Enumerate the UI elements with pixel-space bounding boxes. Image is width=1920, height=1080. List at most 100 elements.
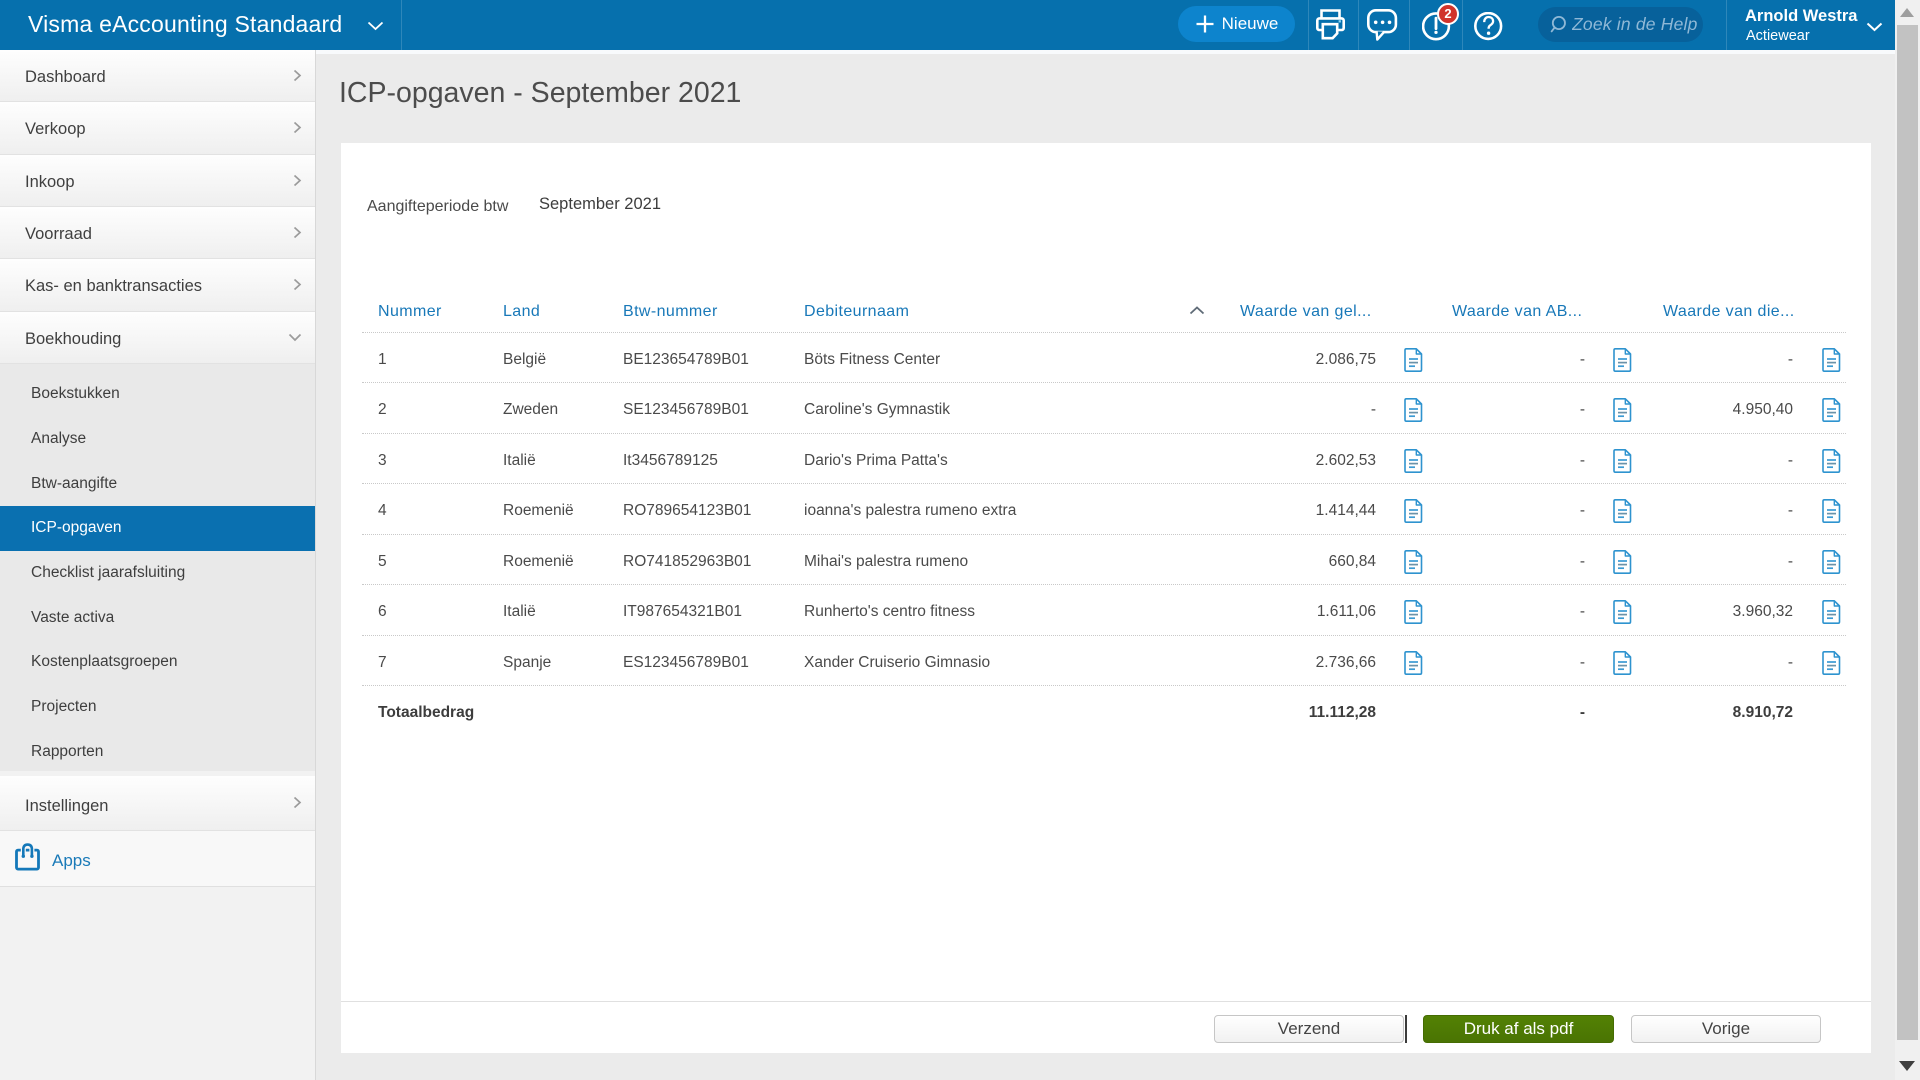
cell-debiteurnaam: Caroline's Gymnastik — [804, 383, 950, 436]
cell-waarde-abc: - — [1580, 535, 1585, 588]
topbar-divider — [1726, 0, 1727, 50]
content-card: Aangifteperiode btw September 2021 Numme… — [341, 143, 1871, 1053]
sidebar-item-dashboard[interactable]: Dashboard — [0, 50, 315, 102]
document-icon[interactable] — [1404, 651, 1423, 675]
sidebar-item-label: Voorraad — [25, 225, 92, 243]
document-icon[interactable] — [1404, 499, 1423, 523]
document-icon[interactable] — [1822, 600, 1841, 624]
table-row[interactable]: 2 Zweden SE123456789B01 Caroline's Gymna… — [362, 383, 1846, 434]
app-title[interactable]: Visma eAccounting Standaard — [28, 0, 342, 50]
submenu-item-projecten[interactable]: Projecten — [0, 685, 315, 730]
new-button[interactable]: Nieuwe — [1178, 6, 1295, 42]
table-totals-row: Totaalbedrag 11.112,28 - 8.910,72 — [362, 686, 1846, 737]
submenu-item-kostenplaatsgroepen[interactable]: Kostenplaatsgroepen — [0, 640, 315, 685]
sidebar-item-verkoop[interactable]: Verkoop — [0, 102, 315, 154]
table-row[interactable]: 5 Roemenië RO741852963B01 Mihai's palest… — [362, 535, 1846, 586]
sidebar-item-kas-en-banktransacties[interactable]: Kas- en banktransacties — [0, 259, 315, 311]
column-header-debiteurnaam[interactable]: Debiteurnaam — [804, 301, 909, 323]
page-title: ICP-opgaven - September 2021 — [339, 77, 741, 110]
submenu-item-vaste-activa[interactable]: Vaste activa — [0, 596, 315, 641]
document-icon[interactable] — [1822, 449, 1841, 473]
document-icon[interactable] — [1404, 600, 1423, 624]
submenu-item-icp-opgaven[interactable]: ICP-opgaven — [0, 506, 316, 551]
sidebar-item-instellingen[interactable]: Instellingen — [0, 776, 315, 831]
help-search-input[interactable] — [1572, 14, 1699, 35]
previous-button[interactable]: Vorige — [1631, 1015, 1821, 1043]
totals-waarde-diensten: 8.910,72 — [1733, 686, 1793, 739]
totals-label: Totaalbedrag — [378, 686, 474, 739]
document-icon[interactable] — [1613, 449, 1632, 473]
chevron-right-icon — [293, 796, 302, 809]
help-icon[interactable] — [1474, 12, 1504, 42]
brand-chevron-down-icon[interactable] — [367, 21, 384, 31]
submenu-item-checklist-jaarafsluiting[interactable]: Checklist jaarafsluiting — [0, 551, 315, 596]
column-header-nummer[interactable]: Nummer — [378, 301, 442, 323]
document-icon[interactable] — [1613, 550, 1632, 574]
document-icon[interactable] — [1613, 398, 1632, 422]
column-header-waarde-diensten[interactable]: Waarde van die... — [1663, 301, 1795, 323]
sidebar-item-label: Instellingen — [25, 797, 108, 815]
send-button[interactable]: Verzend — [1214, 1015, 1404, 1043]
table-row[interactable]: 7 Spanje ES123456789B01 Xander Cruiserio… — [362, 636, 1846, 687]
cell-nummer: 2 — [378, 383, 387, 436]
document-icon[interactable] — [1613, 499, 1632, 523]
cell-waarde-abc: - — [1580, 333, 1585, 386]
column-header-waarde-geleverde[interactable]: Waarde van gel... — [1240, 301, 1372, 323]
scrollbar-thumb[interactable] — [1897, 25, 1918, 1040]
sidebar-item-apps[interactable]: Apps — [0, 831, 315, 888]
document-icon[interactable] — [1404, 398, 1423, 422]
topbar-divider — [1462, 0, 1463, 50]
cell-btw-nummer: RO789654123B01 — [623, 484, 751, 537]
printer-icon[interactable] — [1316, 9, 1346, 40]
cell-waarde-geleverde: 2.736,66 — [1316, 636, 1376, 689]
table-row[interactable]: 1 België BE123654789B01 Böts Fitness Cen… — [362, 333, 1846, 384]
column-header-btw-nummer[interactable]: Btw-nummer — [623, 301, 718, 323]
table-row[interactable]: 4 Roemenië RO789654123B01 ioanna's pales… — [362, 484, 1846, 535]
cell-btw-nummer: RO741852963B01 — [623, 535, 751, 588]
sidebar-item-label: Inkoop — [25, 173, 75, 191]
document-icon[interactable] — [1613, 348, 1632, 372]
cell-btw-nummer: SE123456789B01 — [623, 383, 749, 436]
document-icon[interactable] — [1822, 499, 1841, 523]
print-pdf-button[interactable]: Druk af als pdf — [1423, 1015, 1614, 1043]
document-icon[interactable] — [1404, 449, 1423, 473]
document-icon[interactable] — [1822, 398, 1841, 422]
submenu-item-boekstukken[interactable]: Boekstukken — [0, 372, 315, 417]
search-icon — [1549, 15, 1568, 34]
user-chevron-down-icon[interactable] — [1866, 22, 1883, 32]
submenu-item-btw-aangifte[interactable]: Btw-aangifte — [0, 462, 315, 507]
sidebar-item-voorraad[interactable]: Voorraad — [0, 207, 315, 259]
document-icon[interactable] — [1822, 348, 1841, 372]
topbar-divider — [1409, 0, 1410, 50]
cell-nummer: 4 — [378, 484, 387, 537]
document-icon[interactable] — [1822, 550, 1841, 574]
document-icon[interactable] — [1404, 348, 1423, 372]
document-icon[interactable] — [1822, 651, 1841, 675]
submenu-item-analyse[interactable]: Analyse — [0, 417, 315, 462]
cell-waarde-diensten: - — [1788, 636, 1793, 689]
sidebar-item-boekhouding[interactable]: Boekhouding — [0, 312, 315, 364]
user-name[interactable]: Arnold Westra — [1745, 7, 1857, 26]
submenu-item-rapporten[interactable]: Rapporten — [0, 730, 315, 775]
page-scrollbar[interactable] — [1895, 0, 1920, 1080]
scrollbar-up-arrow-icon[interactable] — [1900, 8, 1914, 17]
table-row[interactable]: 6 Italië IT987654321B01 Runherto's centr… — [362, 585, 1846, 636]
document-icon[interactable] — [1613, 600, 1632, 624]
cell-debiteurnaam: Xander Cruiserio Gimnasio — [804, 636, 990, 689]
column-header-waarde-abc[interactable]: Waarde van AB... — [1452, 301, 1582, 323]
document-icon[interactable] — [1404, 550, 1423, 574]
topbar-divider — [401, 0, 402, 50]
totals-waarde-abc: - — [1580, 686, 1585, 739]
cell-waarde-diensten: 4.950,40 — [1733, 383, 1793, 436]
sidebar-item-label: Kas- en banktransacties — [25, 277, 202, 295]
sidebar-item-inkoop[interactable]: Inkoop — [0, 155, 315, 207]
column-header-land[interactable]: Land — [503, 301, 540, 323]
table-row[interactable]: 3 Italië It3456789125 Dario's Prima Patt… — [362, 434, 1846, 485]
document-icon[interactable] — [1613, 651, 1632, 675]
cell-debiteurnaam: Böts Fitness Center — [804, 333, 940, 386]
new-button-label: Nieuwe — [1222, 14, 1279, 34]
sort-ascending-icon[interactable] — [1189, 306, 1205, 315]
scrollbar-down-arrow-icon[interactable] — [1899, 1061, 1915, 1071]
cell-waarde-abc: - — [1580, 585, 1585, 638]
chat-icon[interactable] — [1367, 9, 1398, 42]
